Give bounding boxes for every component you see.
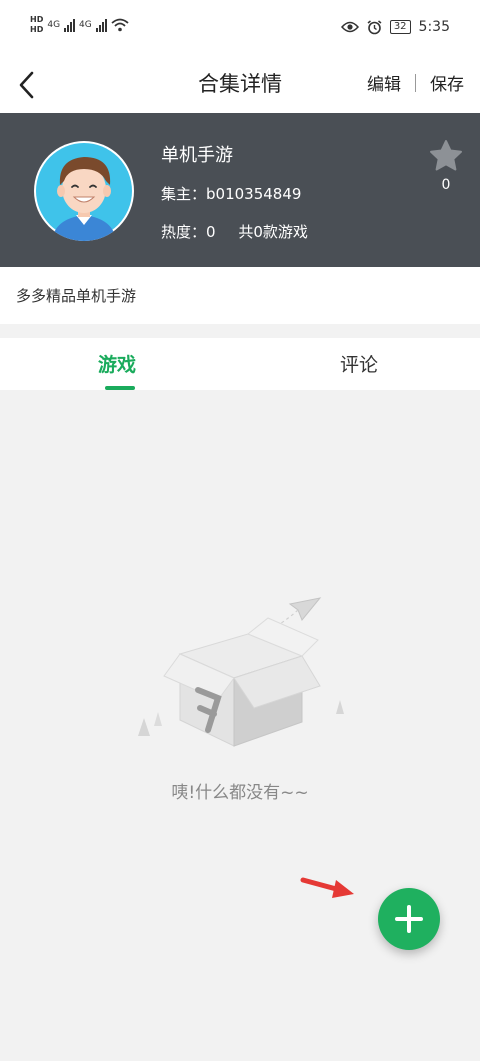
avatar[interactable]: [34, 141, 134, 241]
annotation-arrow-icon: [300, 877, 354, 898]
battery-icon: 32: [389, 20, 411, 34]
heat-value: 热度：0: [161, 223, 216, 241]
add-game-button[interactable]: [378, 888, 440, 950]
tab-games[interactable]: 游戏: [98, 350, 136, 377]
edit-button[interactable]: 编辑: [367, 70, 401, 95]
favorite-button[interactable]: 0: [428, 139, 464, 193]
status-bar: HD HD 4G 4G 32 5:35: [0, 0, 480, 58]
network-label: 4G: [79, 19, 92, 30]
collection-stats: 热度：0 共0款游戏: [161, 221, 308, 242]
game-count: 共0款游戏: [238, 223, 308, 241]
network-label: 4G: [47, 19, 61, 30]
alarm-icon: [367, 19, 382, 34]
save-button[interactable]: 保存: [430, 70, 464, 95]
divider: [415, 73, 416, 92]
collection-owner: 集主：b010354849: [161, 185, 302, 203]
signal-icon: [64, 18, 76, 32]
description-text: 多多精品单机手游: [16, 287, 137, 305]
signal-icon: [95, 18, 107, 32]
tab-bar: 游戏 评论: [0, 338, 480, 390]
eye-icon: [340, 21, 359, 33]
tab-comments[interactable]: 评论: [340, 350, 378, 377]
collection-header: 单机手游 集主：b010354849 热度：0 共0款游戏 0: [0, 113, 480, 267]
status-right: 32 5:35: [340, 19, 450, 35]
star-icon: [430, 140, 462, 171]
plus-icon: [395, 905, 423, 933]
tab-indicator: [105, 386, 135, 390]
empty-box-icon: [138, 597, 344, 747]
navbar: 合集详情 编辑 保存: [0, 58, 480, 113]
status-left: HD HD 4G 4G: [30, 15, 129, 34]
hd-icon: HD HD: [30, 15, 44, 34]
collection-name: 单机手游: [161, 145, 233, 166]
empty-state-text: 咦!什么都没有~~: [171, 783, 309, 803]
collection-description: 多多精品单机手游: [0, 267, 480, 324]
nav-actions: 编辑 保存: [367, 70, 464, 95]
clock: 5:35: [418, 19, 450, 35]
avatar-image: [36, 143, 132, 241]
favorite-count: 0: [441, 177, 451, 193]
chevron-left-icon[interactable]: [14, 66, 44, 102]
wifi-icon: [111, 18, 129, 31]
